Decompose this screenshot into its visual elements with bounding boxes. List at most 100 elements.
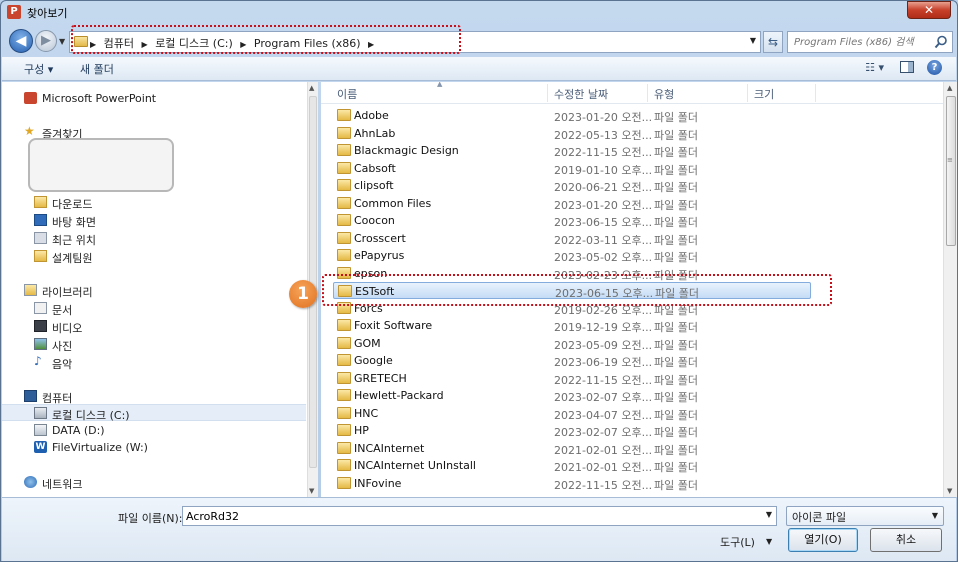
nav-item-recent-places[interactable]: 최근 위치 (2, 230, 306, 247)
folder-icon (337, 441, 351, 454)
file-row[interactable]: Foxit Software 2019-12-19 오후... 파일 폴더 (333, 317, 811, 334)
file-row[interactable]: Google 2023-06-19 오전... 파일 폴더 (333, 352, 811, 369)
file-type: 파일 폴더 (654, 251, 698, 264)
chevron-right-icon[interactable]: ▶ (240, 40, 246, 49)
file-row[interactable]: HNC 2023-04-07 오전... 파일 폴더 (333, 405, 811, 422)
column-divider[interactable] (815, 84, 816, 102)
nav-item-data-drive[interactable]: DATA (D:) (2, 422, 306, 439)
new-folder-button[interactable]: 새 폴더 (80, 61, 114, 77)
file-row[interactable]: HP 2023-02-07 오후... 파일 폴더 (333, 422, 811, 439)
chevron-down-icon[interactable]: ▼ (766, 510, 772, 519)
file-type: 파일 폴더 (654, 268, 698, 282)
column-header-modified[interactable]: 수정한 날짜 (554, 86, 608, 102)
file-list-scrollbar[interactable]: ▲ ≡ ▼ (943, 82, 957, 497)
file-row[interactable]: ePapyrus 2023-05-02 오후... 파일 폴더 (333, 247, 811, 264)
file-type: 파일 폴더 (654, 128, 698, 142)
file-modified-date: 2023-06-19 오전... (554, 356, 653, 369)
close-button[interactable]: ✕ (907, 1, 951, 19)
scroll-up-icon[interactable]: ▲ (947, 84, 952, 92)
file-modified-date: 2022-11-15 오전... (554, 478, 653, 492)
cancel-button[interactable]: 취소 (870, 528, 942, 552)
recent-places-icon (34, 232, 47, 244)
address-bar[interactable]: ▶ 컴퓨터 ▶ 로컬 디스크 (C:) ▶ Program Files (x86… (69, 31, 761, 53)
scroll-up-icon[interactable]: ▲ (309, 84, 314, 92)
folder-icon (74, 36, 88, 47)
file-row[interactable]: Coocon 2023-06-15 오후... 파일 폴더 (333, 212, 811, 229)
filename-combobox[interactable]: ▼ (182, 506, 777, 526)
refresh-button[interactable]: ⇆ (763, 31, 783, 53)
breadcrumb-local-disk[interactable]: 로컬 디스크 (C:) (155, 35, 233, 51)
command-toolbar: 구성 ▾ 새 폴더 ☷ ▾ ? (2, 57, 956, 81)
nav-item-desktop[interactable]: 바탕 화면 (2, 212, 306, 229)
search-icon[interactable] (934, 35, 948, 49)
pictures-icon (34, 338, 47, 350)
file-row[interactable]: clipsoft 2020-06-21 오전... 파일 폴더 (333, 177, 811, 194)
chevron-right-icon[interactable]: ▶ (142, 40, 148, 49)
preview-pane-icon[interactable] (900, 61, 914, 73)
folder-icon (337, 354, 351, 366)
file-row[interactable]: GRETECH 2022-11-15 오전... 파일 폴더 (333, 370, 811, 387)
column-divider[interactable] (547, 84, 548, 102)
nav-item-powerpoint[interactable]: Microsoft PowerPoint (2, 90, 306, 107)
chevron-right-icon[interactable]: ▶ (368, 40, 374, 49)
address-dropdown-icon[interactable]: ▼ (750, 36, 756, 45)
column-header-name[interactable]: 이름 (337, 86, 357, 102)
help-icon[interactable]: ? (927, 60, 942, 75)
folder-icon (337, 179, 351, 191)
nav-item-design-team[interactable]: 설계팀원 (2, 248, 306, 265)
column-header-type[interactable]: 유형 (654, 86, 674, 102)
file-name: Coocon (354, 214, 395, 227)
column-divider[interactable] (747, 84, 748, 102)
file-row[interactable]: Blackmagic Design 2022-11-15 오전... 파일 폴더 (333, 142, 811, 159)
file-row[interactable]: INCAInternet UnInstall 2021-02-01 오전... 파일… (333, 457, 811, 474)
file-row[interactable]: GOM 2023-05-09 오전... 파일 폴더 (333, 335, 811, 352)
file-row[interactable]: Cabsoft 2019-01-10 오후... 파일 폴더 (333, 160, 811, 177)
search-box[interactable] (787, 31, 953, 53)
nav-item-videos[interactable]: 비디오 (2, 318, 306, 335)
chevron-right-icon[interactable]: ▶ (90, 40, 96, 49)
organize-button[interactable]: 구성 ▾ (24, 61, 53, 77)
change-view-icon[interactable]: ☷ ▾ (865, 61, 884, 74)
file-row[interactable]: Crosscert 2022-03-11 오후... 파일 폴더 (333, 230, 811, 247)
nav-item-downloads[interactable]: 다운로드 (2, 194, 306, 211)
search-input[interactable] (794, 35, 929, 50)
file-name: INFovine (354, 476, 402, 490)
address-row: ◀ ▶ ▼ ▶ 컴퓨터 ▶ 로컬 디스크 (C:) ▶ Program File… (1, 25, 957, 55)
chevron-down-icon[interactable]: ▼ (766, 537, 772, 546)
file-row[interactable]: epson 2023-02-23 오후... 파일 폴더 (333, 265, 811, 282)
scrollbar-thumb[interactable] (946, 96, 956, 246)
nav-item-filevirtualize[interactable]: W FileVirtualize (W:) (2, 439, 306, 456)
scroll-down-icon[interactable]: ▼ (309, 487, 314, 495)
nav-item-local-disk[interactable]: 로컬 디스크 (C:) (2, 404, 306, 422)
open-button[interactable]: 열기(O) (788, 528, 858, 552)
column-divider[interactable] (647, 84, 648, 102)
nav-item-computer[interactable]: 컴퓨터 (2, 388, 306, 405)
nav-item-libraries[interactable]: 라이브러리 (2, 282, 306, 299)
column-header-row: ▲ 이름 수정한 날짜 유형 크기 (321, 82, 943, 104)
file-row[interactable]: Adobe 2023-01-20 오전... 파일 폴더 (333, 107, 811, 124)
forward-button[interactable]: ▶ (35, 30, 57, 52)
filename-input[interactable] (186, 509, 746, 524)
back-button[interactable]: ◀ (9, 29, 33, 53)
nav-item-music[interactable]: ♪ 음악 (2, 354, 306, 371)
nav-item-network[interactable]: 네트워크 (2, 474, 306, 491)
file-row[interactable]: INCAInternet 2021-02-01 오전... 파일 폴더 (333, 440, 811, 457)
file-row[interactable]: Hewlett-Packard 2023-02-07 오후... 파일 폴더 (333, 387, 811, 404)
nav-item-pictures[interactable]: 사진 (2, 336, 306, 353)
file-row[interactable]: ESTsoft 2023-06-15 오후... 파일 폴더 (333, 282, 811, 300)
folder-icon (337, 231, 351, 244)
file-row[interactable]: INFovine 2022-11-15 오전... 파일 폴더 (333, 475, 811, 492)
file-row[interactable]: Common Files 2023-01-20 오전... 파일 폴더 (333, 195, 811, 212)
breadcrumb-program-files[interactable]: Program Files (x86) (254, 37, 361, 50)
file-row[interactable]: Forcs 2019-02-26 오후... 파일 폴더 (333, 300, 811, 317)
folder-icon (34, 250, 47, 262)
column-header-size[interactable]: 크기 (754, 86, 774, 102)
file-row[interactable]: AhnLab 2022-05-13 오전... 파일 폴더 (333, 125, 811, 142)
recent-pages-dropdown[interactable]: ▼ (59, 37, 65, 46)
filetype-select[interactable]: 아이콘 파일 ▼ (786, 506, 944, 526)
nav-item-documents[interactable]: 문서 (2, 300, 306, 317)
file-name: ESTsoft (355, 285, 395, 298)
scroll-down-icon[interactable]: ▼ (947, 487, 952, 495)
breadcrumb-computer[interactable]: 컴퓨터 (104, 35, 134, 51)
tools-button[interactable]: 도구(L) (720, 534, 755, 550)
